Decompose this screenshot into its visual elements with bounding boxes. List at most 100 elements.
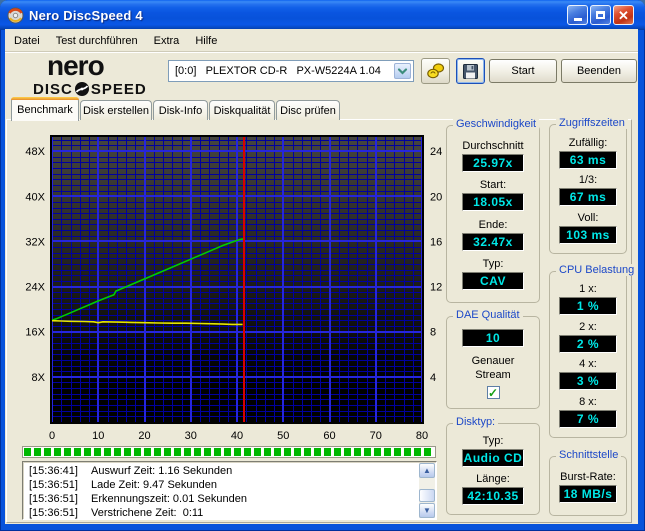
panel-disktyp: Disktyp: Typ: Audio CD Länge: 42:10.35 xyxy=(446,416,540,515)
svg-text:8X: 8X xyxy=(32,372,46,384)
panel-title: Zugriffszeiten xyxy=(556,117,628,129)
svg-text:20: 20 xyxy=(430,191,442,203)
disc-length-value: 42:10.35 xyxy=(462,486,524,505)
cpu-8x-label: 8 x: xyxy=(579,395,597,408)
cpu-8x-value: 7 % xyxy=(559,409,617,428)
options-button[interactable] xyxy=(421,58,450,84)
svg-text:60: 60 xyxy=(323,430,335,442)
speed-avg-value: 25.97x xyxy=(462,153,524,172)
minimize-icon xyxy=(573,18,582,21)
svg-text:20: 20 xyxy=(138,430,150,442)
svg-text:24X: 24X xyxy=(25,282,45,294)
svg-text:70: 70 xyxy=(370,430,382,442)
log-row: [15:36:51] Lade Zeit: 9.47 Sekunden xyxy=(29,478,419,492)
speed-start-label: Start: xyxy=(479,179,507,192)
cpu-4x-value: 3 % xyxy=(559,372,617,391)
tab-diskqualitaet[interactable]: Diskqualität xyxy=(209,100,275,120)
dae-accurate-stream-label-1: Genauer xyxy=(471,355,515,367)
menu-datei[interactable]: Datei xyxy=(6,33,48,49)
disc-type-label: Typ: xyxy=(482,435,504,448)
svg-text:8: 8 xyxy=(430,327,436,339)
titlebar[interactable]: Nero DiscSpeed 4 ✕ xyxy=(0,0,645,30)
logo-disc-text: DISC xyxy=(33,80,73,98)
app-icon[interactable] xyxy=(7,7,24,24)
speed-avg-label: Durchschnitt xyxy=(462,139,524,152)
tab-benchmark[interactable]: Benchmark xyxy=(11,97,79,121)
access-full-label: Voll: xyxy=(577,211,599,224)
panel-title: DAE Qualität xyxy=(453,309,523,321)
disc-length-label: Länge: xyxy=(476,472,510,485)
drive-select-value: [0:0] PLEXTOR CD-R PX-W5224A 1.04 xyxy=(175,65,381,77)
disc-swoosh-icon xyxy=(74,82,89,96)
panel-title: Disktyp: xyxy=(453,416,499,428)
nero-logo: nero DISC SPEED xyxy=(33,52,147,97)
panel-title: Geschwindigkeit xyxy=(453,118,540,130)
panel-cpu-belastung: CPU Belastung 1 x: 1 % 2 x: 2 % 4 x: 3 % 8 … xyxy=(549,264,638,438)
menu-test-durchfuehren[interactable]: Test durchführen xyxy=(48,33,146,49)
svg-text:30: 30 xyxy=(185,430,197,442)
quit-button[interactable]: Beenden xyxy=(561,59,637,83)
panel-dae-qualitaet: DAE Qualität 10 Genauer Stream ✓ xyxy=(446,309,540,409)
tab-disk-info[interactable]: Disk-Info xyxy=(153,100,208,120)
maximize-button[interactable] xyxy=(590,5,611,25)
log-timestamp: [15:36:51] xyxy=(29,479,78,491)
svg-text:24: 24 xyxy=(430,146,442,158)
burst-rate-value: 18 MB/s xyxy=(559,485,617,503)
cpu-2x-label: 2 x: xyxy=(579,320,597,333)
menu-extra[interactable]: Extra xyxy=(146,33,188,49)
scroll-up-button[interactable]: ▲ xyxy=(419,463,435,478)
speed-end-label: Ende: xyxy=(478,218,508,231)
burst-rate-label: Burst-Rate: xyxy=(560,471,616,483)
window-title: Nero DiscSpeed 4 xyxy=(29,7,143,23)
accurate-stream-checkbox[interactable]: ✓ xyxy=(486,386,500,399)
save-button[interactable] xyxy=(456,58,485,84)
tab-disc-pruefen[interactable]: Disc prüfen xyxy=(276,100,340,120)
svg-text:48X: 48X xyxy=(25,146,45,158)
dae-quality-value: 10 xyxy=(462,329,524,347)
speed-type-value: CAV xyxy=(462,272,524,291)
menu-bar: Datei Test durchführen Extra Hilfe xyxy=(6,31,636,51)
cpu-1x-value: 1 % xyxy=(559,297,617,316)
access-random-label: Zufällig: xyxy=(568,136,608,149)
close-button[interactable]: ✕ xyxy=(613,5,634,25)
panel-title: CPU Belastung xyxy=(556,264,638,276)
dae-accurate-stream-label-2: Stream xyxy=(475,369,511,381)
floppy-save-icon xyxy=(463,63,478,79)
log-row: [15:36:41] Auswurf Zeit: 1.16 Sekunden xyxy=(29,464,419,478)
svg-text:12: 12 xyxy=(430,282,442,294)
log-timestamp: [15:36:51] xyxy=(29,507,78,519)
svg-text:50: 50 xyxy=(277,430,289,442)
progress-bar xyxy=(22,446,436,458)
log-listbox[interactable]: [15:36:41] Auswurf Zeit: 1.16 Sekunden [1… xyxy=(22,461,437,520)
cpu-2x-value: 2 % xyxy=(559,334,617,353)
menu-hilfe[interactable]: Hilfe xyxy=(187,33,225,49)
minimize-button[interactable] xyxy=(567,5,588,25)
nero-brand-text: nero xyxy=(47,50,105,81)
svg-text:80: 80 xyxy=(416,430,428,442)
log-message: Auswurf Zeit: 1.16 Sekunden xyxy=(91,465,233,477)
log-timestamp: [15:36:41] xyxy=(29,465,78,477)
app-window: Nero DiscSpeed 4 ✕ Datei Test durchführe… xyxy=(0,0,645,531)
drive-select-dropdown-button[interactable] xyxy=(394,63,411,79)
svg-text:32X: 32X xyxy=(25,236,45,248)
access-full-value: 103 ms xyxy=(559,225,617,244)
speed-end-value: 32.47x xyxy=(462,232,524,251)
scrollbar-thumb[interactable] xyxy=(419,489,435,502)
speed-start-value: 18.05x xyxy=(462,193,524,212)
tab-disk-erstellen[interactable]: Disk erstellen xyxy=(80,100,152,120)
log-scrollbar[interactable]: ▲ ▼ xyxy=(419,463,435,518)
svg-text:0: 0 xyxy=(49,430,55,442)
access-third-label: 1/3: xyxy=(578,174,598,186)
scroll-down-button[interactable]: ▼ xyxy=(419,503,435,518)
svg-text:40: 40 xyxy=(231,430,243,442)
drive-select[interactable]: [0:0] PLEXTOR CD-R PX-W5224A 1.04 xyxy=(168,60,414,82)
benchmark-chart: 8X 16X 24X 32X 40X 48X 4 8 12 16 20 24 0 10 20 30 40 50 60… xyxy=(24,124,444,446)
start-button[interactable]: Start xyxy=(489,59,557,83)
speed-type-label: Typ: xyxy=(482,258,504,271)
cpu-1x-label: 1 x: xyxy=(579,283,597,296)
logo-speed-text: SPEED xyxy=(90,80,147,98)
access-third-value: 67 ms xyxy=(559,188,617,206)
log-message: Lade Zeit: 9.47 Sekunden xyxy=(91,479,217,491)
chevron-down-icon xyxy=(397,67,408,75)
svg-text:16: 16 xyxy=(430,236,442,248)
